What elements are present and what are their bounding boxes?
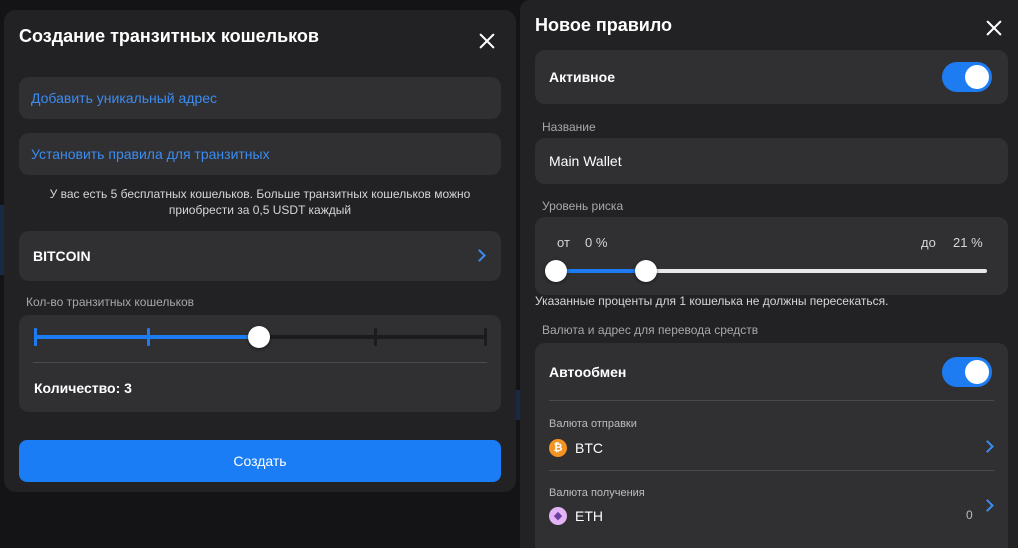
wallet-count-card: Количество: 3 — [19, 315, 501, 412]
toggle-knob — [965, 65, 989, 89]
close-icon[interactable] — [478, 32, 496, 50]
slider-tick — [34, 328, 37, 346]
slider-tick — [374, 328, 377, 346]
new-rule-modal: Новое правило Активное Название Уровень … — [520, 0, 1018, 548]
send-currency-value: BTC — [575, 440, 603, 456]
risk-card: от 0 % до 21 % — [535, 217, 1008, 295]
receive-currency-value: ETH — [575, 508, 603, 524]
chevron-right-icon — [981, 499, 994, 512]
currency-card: Автообмен Валюта отправки ₿ BTC Валюта п… — [535, 343, 1008, 548]
active-toggle[interactable] — [942, 62, 992, 92]
risk-to-value: 21 % — [953, 235, 983, 250]
chevron-right-icon — [981, 440, 994, 453]
risk-level-label: Уровень риска — [542, 199, 624, 213]
send-currency-label: Валюта отправки — [549, 418, 637, 430]
modal-title: Новое правило — [535, 15, 673, 35]
set-transit-rules-link[interactable]: Установить правила для транзитных — [19, 133, 501, 175]
send-currency-select[interactable]: Валюта отправки ₿ BTC — [535, 401, 1008, 469]
name-label: Название — [542, 120, 596, 134]
add-unique-address-link[interactable]: Добавить уникальный адрес — [19, 77, 501, 119]
slider-tick — [147, 328, 150, 346]
quantity-text: Количество: 3 — [34, 380, 132, 396]
create-button[interactable]: Создать — [19, 440, 501, 482]
create-transit-wallets-modal: Создание транзитных кошельков Добавить у… — [4, 10, 516, 492]
risk-to-label: до — [921, 235, 936, 250]
network-select[interactable]: BITCOIN — [19, 231, 501, 281]
receive-currency-label: Валюта получения — [549, 487, 645, 499]
modal-title: Создание транзитных кошельков — [19, 26, 319, 46]
active-label: Активное — [549, 69, 615, 85]
rule-name-input[interactable] — [535, 138, 1008, 184]
autoexchange-label: Автообмен — [549, 364, 627, 380]
toggle-knob — [965, 360, 989, 384]
slider-handle[interactable] — [248, 326, 270, 348]
slider-tick — [484, 328, 487, 346]
chevron-right-icon — [473, 249, 486, 262]
risk-slider-to-handle[interactable] — [635, 260, 657, 282]
divider — [33, 362, 487, 363]
close-icon[interactable] — [985, 19, 1003, 37]
bitcoin-icon: ₿ — [549, 439, 567, 457]
network-label: BITCOIN — [33, 248, 91, 264]
receive-currency-select[interactable]: Валюта получения ◆ ETH 0 — [535, 471, 1008, 541]
currency-section-label: Валюта и адрес для перевода средств — [542, 323, 759, 337]
receive-amount: 0 — [966, 508, 973, 522]
wallet-count-label: Кол-во транзитных кошельков — [26, 295, 195, 309]
free-wallets-info: У вас есть 5 бесплатных кошельков. Больш… — [49, 187, 471, 217]
active-card: Активное — [535, 50, 1008, 104]
risk-slider-fill — [557, 269, 647, 273]
risk-from-label: от — [557, 235, 570, 250]
risk-note: Указанные проценты для 1 кошелька не дол… — [535, 294, 889, 308]
autoexchange-toggle[interactable] — [942, 357, 992, 387]
risk-slider-from-handle[interactable] — [545, 260, 567, 282]
risk-from-value: 0 % — [585, 235, 608, 250]
ethereum-icon: ◆ — [549, 507, 567, 525]
